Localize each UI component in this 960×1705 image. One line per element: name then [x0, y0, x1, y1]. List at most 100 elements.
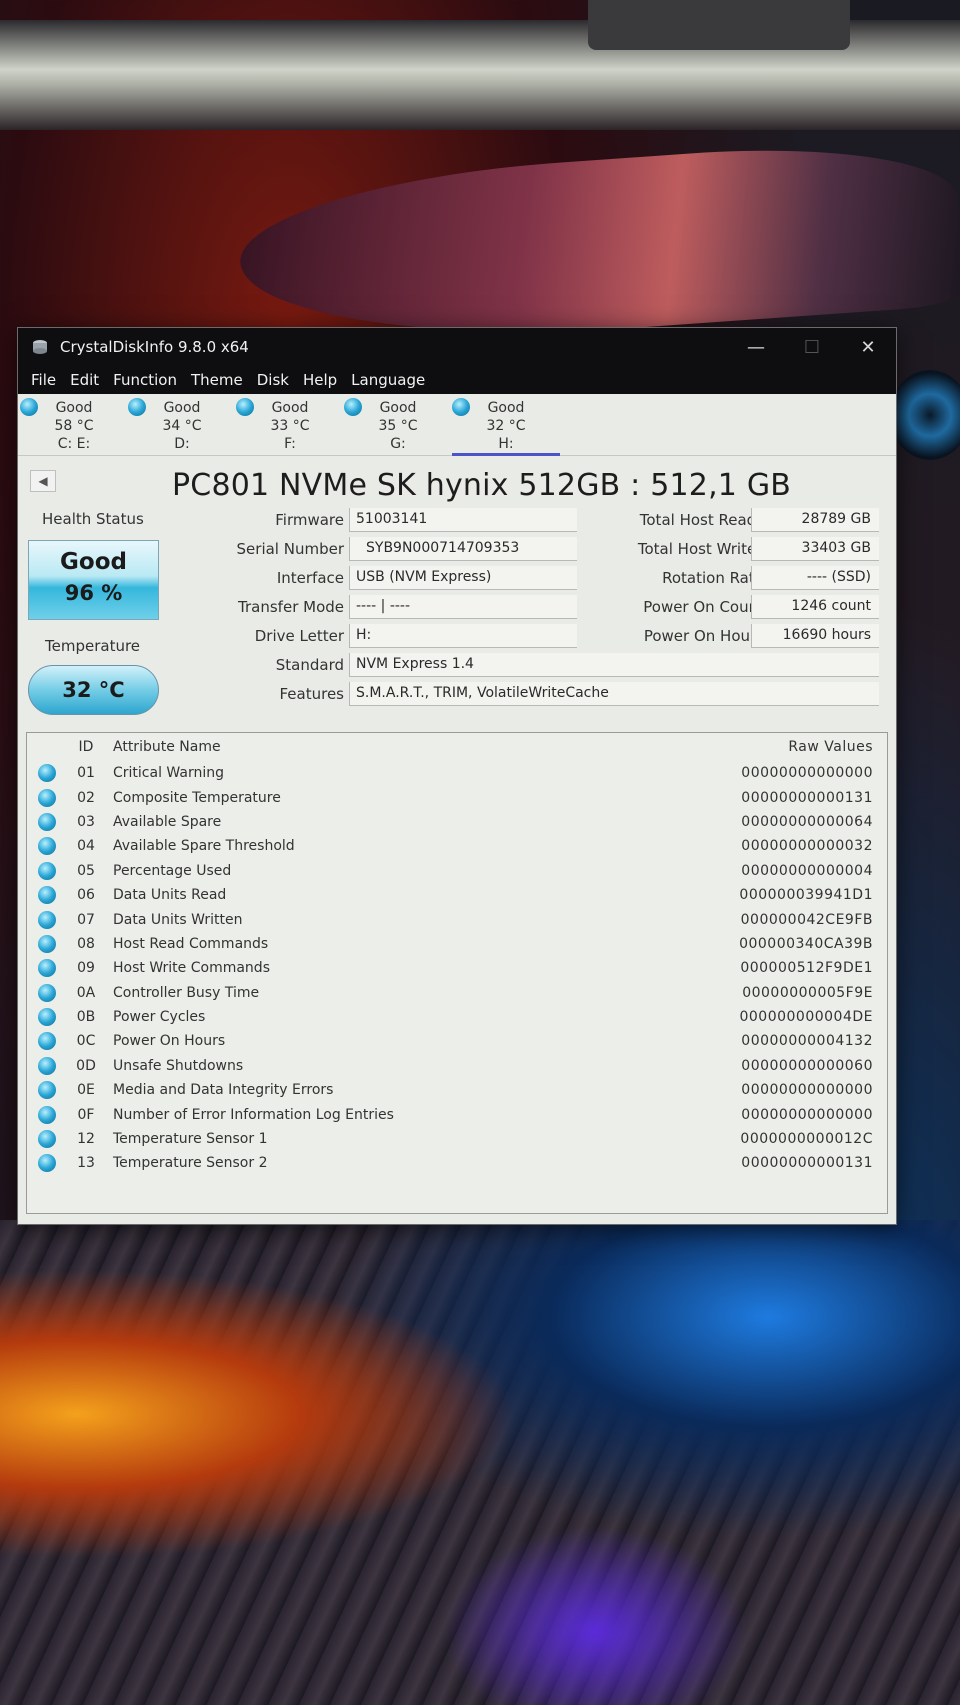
- attribute-name: Power On Hours: [113, 1033, 226, 1050]
- total-host-writes-value: 33403 GB: [751, 537, 879, 561]
- table-row[interactable]: 0B Power Cycles 000000000004DE: [27, 1005, 887, 1029]
- features-label: Features: [279, 685, 345, 703]
- drive-letter: H:: [498, 436, 514, 452]
- attribute-id: 0E: [77, 1082, 95, 1099]
- attribute-raw-value: 00000000000131: [741, 789, 873, 806]
- drive-tab-d[interactable]: Good 34 °C D:: [128, 394, 236, 456]
- table-row[interactable]: 0A Controller Busy Time 00000000005F9E: [27, 981, 887, 1005]
- attribute-name: Controller Busy Time: [113, 984, 260, 1001]
- status-good-icon: [236, 398, 254, 416]
- status-good-icon: [27, 861, 67, 880]
- menu-language[interactable]: Language: [344, 371, 432, 389]
- attribute-raw-value: 00000000000000: [741, 1106, 873, 1123]
- health-percent: 96 %: [64, 581, 123, 605]
- table-row[interactable]: 04 Available Spare Threshold 0000000000003…: [27, 834, 887, 858]
- menu-disk[interactable]: Disk: [250, 371, 296, 389]
- menu-edit[interactable]: Edit: [63, 371, 106, 389]
- attribute-raw-value: 000000000004DE: [739, 1009, 873, 1026]
- standard-label: Standard: [275, 656, 344, 674]
- wallpaper-eye: [890, 370, 960, 460]
- drive-letter: D:: [174, 436, 190, 452]
- attribute-raw-value: 00000000000032: [741, 838, 873, 855]
- menu-help[interactable]: Help: [296, 371, 344, 389]
- status-good-icon: [27, 764, 67, 783]
- attribute-raw-value: 00000000005F9E: [742, 984, 873, 1001]
- table-row[interactable]: 01 Critical Warning 00000000000000: [27, 761, 887, 785]
- table-row[interactable]: 07 Data Units Written 000000042CE9FB: [27, 907, 887, 931]
- attribute-name: Media and Data Integrity Errors: [113, 1082, 334, 1099]
- close-button[interactable]: ✕: [840, 328, 896, 366]
- attribute-id: 04: [77, 838, 95, 855]
- drive-temp: 32 °C: [486, 418, 526, 434]
- status-good-icon: [27, 837, 67, 856]
- column-attribute-name[interactable]: Attribute Name: [105, 739, 707, 755]
- attribute-name: Host Read Commands: [113, 935, 269, 952]
- table-row[interactable]: 0E Media and Data Integrity Errors 0000000…: [27, 1078, 887, 1102]
- table-row[interactable]: 12 Temperature Sensor 1 0000000000012C: [27, 1127, 887, 1151]
- attribute-raw-value: 000000042CE9FB: [740, 911, 873, 928]
- table-row[interactable]: 08 Host Read Commands 000000340CA39B: [27, 932, 887, 956]
- drive-letter-value: H:: [349, 624, 577, 648]
- firmware-label: Firmware: [275, 511, 344, 529]
- status-good-icon: [27, 886, 67, 905]
- minimize-button[interactable]: —: [728, 328, 784, 366]
- previous-disk-button[interactable]: ◀: [30, 470, 56, 492]
- interface-value: USB (NVM Express): [349, 566, 577, 590]
- health-status-badge[interactable]: Good 96 %: [28, 540, 159, 620]
- attribute-raw-value: 00000000004132: [741, 1033, 873, 1050]
- attribute-id: 0D: [76, 1057, 96, 1074]
- drive-tab-g[interactable]: Good 35 °C G:: [344, 394, 452, 456]
- drive-tab-h[interactable]: Good 32 °C H:: [452, 394, 560, 456]
- table-row[interactable]: 03 Available Spare 00000000000064: [27, 810, 887, 834]
- attribute-raw-value: 00000000000064: [741, 813, 873, 830]
- total-host-reads-value: 28789 GB: [751, 508, 879, 532]
- attribute-name: Number of Error Information Log Entries: [113, 1106, 394, 1123]
- smart-attribute-table[interactable]: ID Attribute Name Raw Values 01 Critical …: [26, 732, 888, 1214]
- menu-file[interactable]: File: [24, 371, 63, 389]
- drive-selector: Good 58 °C C: E: Good 34 °C D: Good 33 °…: [18, 394, 896, 456]
- attribute-name: Available Spare: [113, 813, 222, 830]
- column-raw-values[interactable]: Raw Values: [707, 739, 887, 755]
- attribute-raw-value: 00000000000000: [741, 1082, 873, 1099]
- drive-tab-f[interactable]: Good 33 °C F:: [236, 394, 344, 456]
- drive-letter-label: Drive Letter: [254, 627, 344, 645]
- attribute-id: 0C: [76, 1033, 96, 1050]
- drive-tab-c[interactable]: Good 58 °C C: E:: [20, 394, 128, 456]
- drive-temp: 35 °C: [378, 418, 418, 434]
- status-good-icon: [27, 934, 67, 953]
- status-good-icon: [27, 788, 67, 807]
- table-row[interactable]: 0C Power On Hours 00000000004132: [27, 1029, 887, 1053]
- crystaldiskinfo-window: CrystalDiskInfo 9.8.0 x64 — ☐ ✕ File Edi…: [17, 327, 897, 1225]
- drive-letter: G:: [390, 436, 406, 452]
- status-good-icon: [27, 1056, 67, 1075]
- menu-theme[interactable]: Theme: [184, 371, 250, 389]
- features-value: S.M.A.R.T., TRIM, VolatileWriteCache: [349, 682, 879, 706]
- table-row[interactable]: 06 Data Units Read 000000039941D1: [27, 883, 887, 907]
- table-row[interactable]: 0D Unsafe Shutdowns 00000000000060: [27, 1054, 887, 1078]
- temperature-badge[interactable]: 32 °C: [28, 665, 159, 715]
- rotation-rate-value: ---- (SSD): [751, 566, 879, 590]
- status-good-icon: [344, 398, 362, 416]
- table-body: 01 Critical Warning 00000000000000 02 Compos…: [27, 761, 887, 1176]
- table-row[interactable]: 02 Composite Temperature 00000000000131: [27, 785, 887, 809]
- menu-function[interactable]: Function: [106, 371, 184, 389]
- status-good-icon: [27, 910, 67, 929]
- attribute-raw-value: 000000512F9DE1: [740, 960, 873, 977]
- table-row[interactable]: 09 Host Write Commands 000000512F9DE1: [27, 956, 887, 980]
- table-row[interactable]: 05 Percentage Used 00000000000004: [27, 859, 887, 883]
- attribute-name: Available Spare Threshold: [113, 838, 295, 855]
- column-id[interactable]: ID: [67, 739, 105, 755]
- rotation-rate-label: Rotation Rate: [662, 569, 764, 587]
- titlebar[interactable]: CrystalDiskInfo 9.8.0 x64 — ☐ ✕: [18, 328, 896, 366]
- maximize-button[interactable]: ☐: [784, 328, 840, 366]
- table-row[interactable]: 0F Number of Error Information Log Entrie…: [27, 1102, 887, 1126]
- serial-value: SYB9N000714709353: [349, 537, 577, 561]
- status-good-icon: [452, 398, 470, 416]
- monitor-bezel-tab: [588, 0, 850, 50]
- attribute-id: 07: [77, 911, 95, 928]
- disk-title: PC801 NVMe SK hynix 512GB : 512,1 GB: [172, 468, 792, 503]
- wallpaper-swoosh: [234, 135, 960, 355]
- table-row[interactable]: 13 Temperature Sensor 2 00000000000131: [27, 1151, 887, 1175]
- attribute-raw-value: 0000000000012C: [740, 1131, 873, 1148]
- attribute-id: 05: [77, 862, 95, 879]
